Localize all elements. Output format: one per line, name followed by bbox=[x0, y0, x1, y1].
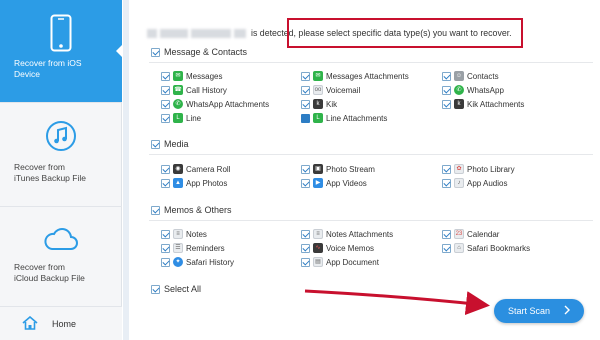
chevron-right-icon bbox=[564, 305, 571, 317]
cloud-icon bbox=[14, 226, 108, 252]
sidebar-item-label: Recover from iTunes Backup File bbox=[14, 162, 86, 183]
arrow-annotation bbox=[304, 289, 490, 316]
sidebar-item-itunes-backup[interactable]: Recover from iTunes Backup File bbox=[0, 114, 122, 204]
start-scan-button[interactable]: Start Scan bbox=[494, 299, 584, 323]
active-indicator bbox=[116, 44, 123, 58]
sidebar: Recover from iOS Device Recover from iTu… bbox=[0, 0, 123, 340]
sidebar-item-label: Recover from iCloud Backup File bbox=[14, 262, 85, 283]
home-button[interactable]: Home bbox=[0, 306, 122, 340]
sidebar-divider bbox=[0, 206, 122, 207]
sidebar-item-label: Recover from iOS Device bbox=[14, 58, 82, 79]
sidebar-item-ios-device[interactable]: Recover from iOS Device bbox=[0, 0, 122, 102]
home-icon bbox=[22, 315, 38, 332]
sidebar-item-icloud-backup[interactable]: Recover from iCloud Backup File bbox=[0, 222, 122, 302]
music-note-icon bbox=[14, 120, 108, 152]
iphone-icon bbox=[14, 14, 108, 52]
start-scan-label: Start Scan bbox=[507, 306, 551, 316]
main-panel: is detected, please select specific data… bbox=[123, 0, 600, 340]
home-label: Home bbox=[52, 318, 77, 329]
sidebar-divider bbox=[0, 102, 122, 103]
